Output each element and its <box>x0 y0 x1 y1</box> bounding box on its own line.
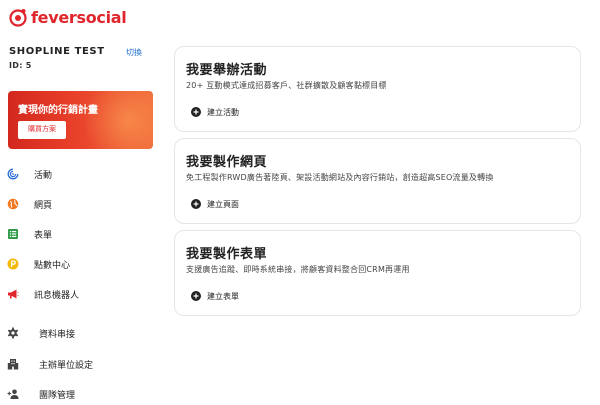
sidebar-item-forms[interactable]: 表單 <box>0 222 162 246</box>
card-title: 我要製作表單 <box>186 247 268 262</box>
account-id: ID: 5 <box>9 61 32 70</box>
feversocial-logo-icon <box>9 9 27 27</box>
sidebar-item-label: 訊息機器人 <box>34 291 80 301</box>
create-form-button[interactable]: 建立表單 <box>191 289 239 303</box>
sidebar-item-label: 網頁 <box>34 201 53 211</box>
app-root: feversocial SHOPLINE TEST ID: 5 切換 實現你的行… <box>0 0 600 405</box>
sidebar-item-label: 活動 <box>34 171 53 181</box>
sidebar-item-label: 主辦單位設定 <box>39 361 94 371</box>
sidebar-item-label: 資料串接 <box>39 330 76 340</box>
create-page-button[interactable]: 建立頁面 <box>191 197 239 211</box>
promo-title: 實現你的行銷計畫 <box>18 105 98 116</box>
card-description: 免工程製作RWD廣告著陸頁、架設活動網站及內容行銷站，創造超高SEO流量及轉換 <box>186 173 494 182</box>
campaign-icon <box>7 168 19 180</box>
globe-icon <box>7 198 19 210</box>
sidebar-item-label: 團隊管理 <box>39 391 76 401</box>
building-icon <box>7 359 19 370</box>
gear-icon <box>7 327 19 339</box>
card-create-webpage[interactable]: 我要製作網頁 免工程製作RWD廣告著陸頁、架設活動網站及內容行銷站，創造超高SE… <box>174 138 581 224</box>
action-label: 建立活動 <box>207 107 239 117</box>
action-label: 建立頁面 <box>207 199 239 209</box>
sidebar: feversocial SHOPLINE TEST ID: 5 切換 實現你的行… <box>0 0 162 405</box>
action-label: 建立表單 <box>207 291 239 301</box>
sidebar-item-message-bot[interactable]: 訊息機器人 <box>0 282 162 306</box>
sidebar-item-data-integration[interactable]: 資料串接 <box>0 321 162 345</box>
brand-name: feversocial <box>31 7 127 27</box>
brand-logo[interactable]: feversocial <box>8 6 127 28</box>
points-icon <box>7 258 19 270</box>
buy-plan-button[interactable]: 購買方案 <box>18 121 66 139</box>
card-create-campaign[interactable]: 我要舉辦活動 20+ 互動模式達成招募客戶、社群擴散及顧客黏標目標 建立活動 <box>174 46 581 132</box>
switch-account-link[interactable]: 切換 <box>126 47 142 58</box>
create-campaign-button[interactable]: 建立活動 <box>191 105 239 119</box>
card-create-form[interactable]: 我要製作表單 支援廣告追蹤、即時系統串接，將顧客資料整合回CRM再運用 建立表單 <box>174 230 581 316</box>
sidebar-item-organizer-settings[interactable]: 主辦單位設定 <box>0 352 162 376</box>
account-name: SHOPLINE TEST <box>9 46 105 57</box>
card-title: 我要舉辦活動 <box>186 63 268 78</box>
plus-circle-icon <box>191 199 201 209</box>
plus-circle-icon <box>191 291 201 301</box>
sidebar-item-points-center[interactable]: 點數中心 <box>0 252 162 276</box>
card-description: 支援廣告追蹤、即時系統串接，將顧客資料整合回CRM再運用 <box>186 265 410 274</box>
megaphone-icon <box>8 289 19 299</box>
sidebar-item-team-management[interactable]: 團隊管理 <box>0 382 162 405</box>
sidebar-item-label: 表單 <box>34 231 53 241</box>
card-title: 我要製作網頁 <box>186 155 268 170</box>
sidebar-item-label: 點數中心 <box>34 261 71 271</box>
sidebar-item-campaigns[interactable]: 活動 <box>0 162 162 186</box>
plus-circle-icon <box>191 107 201 117</box>
add-person-icon <box>7 389 19 399</box>
sidebar-item-webpages[interactable]: 網頁 <box>0 192 162 216</box>
form-icon <box>8 229 18 239</box>
promo-banner: 實現你的行銷計畫 購買方案 <box>8 91 153 149</box>
card-description: 20+ 互動模式達成招募客戶、社群擴散及顧客黏標目標 <box>186 81 387 90</box>
